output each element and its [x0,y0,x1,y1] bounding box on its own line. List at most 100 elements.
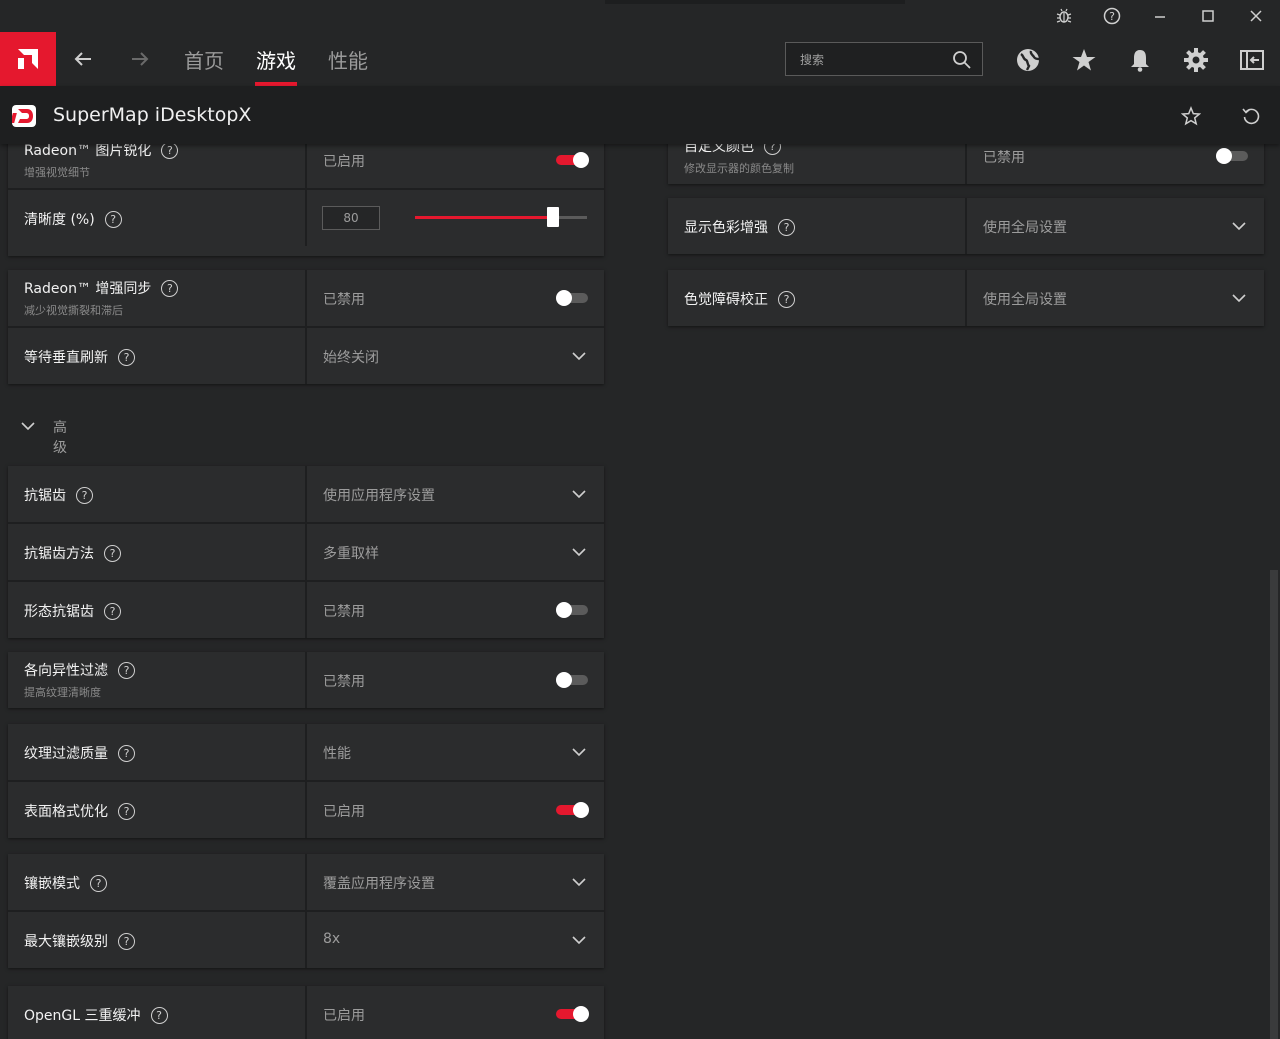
help-icon[interactable]: ? [118,349,135,366]
setting-row-texture-quality[interactable]: 纹理过滤质量? 性能 [8,724,604,782]
amd-logo[interactable] [0,32,56,86]
search-box[interactable] [785,42,983,76]
bug-icon[interactable] [1052,4,1076,28]
toggle-switch[interactable] [556,672,588,688]
help-icon[interactable]: ? [118,662,135,679]
setting-title: 镶嵌模式 [24,876,80,892]
setting-row-morphological-aa: 形态抗锯齿? 已禁用 [8,582,604,638]
setting-subtitle: 增强视觉细节 [24,166,90,179]
setting-title: OpenGL 三重缓冲 [24,1008,141,1024]
help-icon[interactable]: ? [764,144,781,155]
help-icon[interactable]: ? [161,144,179,159]
tab-gaming[interactable]: 游戏 [256,45,296,74]
setting-subtitle: 提高纹理清晰度 [24,686,101,699]
help-icon[interactable]: ? [90,875,107,892]
setting-row-color-enhancement[interactable]: 显示色彩增强? 使用全局设置 [668,198,1264,254]
setting-row-color-blindness[interactable]: 色觉障碍校正? 使用全局设置 [668,270,1264,326]
setting-value: 已禁用 [983,150,1025,166]
dropdown[interactable]: 使用应用程序设置 [307,466,604,522]
settings-card-tessellation: 镶嵌模式? 覆盖应用程序设置 最大镶嵌级别? 8x [8,854,604,968]
window-titlebar: ? [0,0,1280,32]
star-icon[interactable] [1071,47,1097,73]
dropdown[interactable]: 8x [307,912,604,968]
sharpness-value-field[interactable]: 80 [322,206,380,230]
app-icon [10,105,36,127]
dropdown[interactable]: 多重取样 [307,524,604,580]
close-icon[interactable] [1244,4,1268,28]
setting-value: 已启用 [323,1008,365,1024]
gear-icon[interactable] [1183,47,1209,73]
help-icon[interactable]: ? [76,487,93,504]
search-icon[interactable] [952,50,972,74]
settings-card-texture: 纹理过滤质量? 性能 表面格式优化? 已启用 [8,724,604,838]
setting-subtitle: 修改显示器的颜色复制 [684,162,794,175]
setting-title: 形态抗锯齿 [24,604,94,620]
help-icon[interactable]: ? [104,545,121,562]
setting-row-max-tessellation[interactable]: 最大镶嵌级别? 8x [8,912,604,968]
help-icon[interactable]: ? [104,603,121,620]
vertical-scrollbar[interactable] [1270,570,1278,1039]
setting-value: 已启用 [323,154,365,170]
dropdown[interactable]: 始终关闭 [307,328,604,384]
setting-title: 色觉障碍校正 [684,292,768,308]
dropdown-value: 使用全局设置 [983,220,1067,236]
dropdown[interactable]: 性能 [307,724,604,780]
settings-card-color-enhance: 显示色彩增强? 使用全局设置 [668,198,1264,254]
toggle-switch[interactable] [556,152,589,168]
favorite-star-icon[interactable] [1180,106,1202,126]
setting-title: Radeon™ 图片锐化 [24,144,152,159]
setting-title: 最大镶嵌级别 [24,934,108,950]
setting-row-image-sharpening: Radeon™ 图片锐化? 增强视觉细节 已启用 [8,144,604,190]
help-icon[interactable]: ? [118,803,135,820]
help-icon[interactable]: ? [118,745,135,762]
help-icon[interactable]: ? [161,280,179,297]
dropdown-value: 使用应用程序设置 [323,488,435,504]
dropdown[interactable]: 使用全局设置 [967,198,1264,254]
sharpness-slider[interactable] [415,207,587,227]
globe-icon[interactable] [1015,47,1041,73]
chevron-down-icon [572,936,586,945]
dropdown-value: 使用全局设置 [983,292,1067,308]
chevron-down-icon [21,422,35,431]
settings-content: Radeon™ 图片锐化? 增强视觉细节 已启用 清晰度 (%)? 80 Rad… [0,144,1280,1039]
help-icon[interactable]: ? [118,933,135,950]
help-icon[interactable]: ? [1100,4,1124,28]
maximize-icon[interactable] [1196,4,1220,28]
setting-value: 已禁用 [323,604,365,620]
dropdown[interactable]: 使用全局设置 [967,270,1264,326]
setting-row-anisotropic-filtering: 各向异性过滤? 提高纹理清晰度 已禁用 [8,652,604,708]
toggle-switch[interactable] [556,802,589,818]
game-title: SuperMap iDesktopX [53,104,252,126]
toggle-switch[interactable] [556,1006,589,1022]
svg-text:?: ? [1109,10,1115,23]
reset-icon[interactable] [1241,106,1261,126]
toggle-switch[interactable] [1216,148,1248,164]
toggle-switch[interactable] [556,290,588,306]
bell-icon[interactable] [1127,47,1153,73]
setting-row-tessellation-mode[interactable]: 镶嵌模式? 覆盖应用程序设置 [8,854,604,912]
arrow-right-icon[interactable] [128,47,152,71]
setting-title: 纹理过滤质量 [24,746,108,762]
tab-home[interactable]: 首页 [184,45,224,74]
help-icon[interactable]: ? [778,291,795,308]
help-icon[interactable]: ? [778,219,795,236]
arrow-left-icon[interactable] [71,47,95,71]
search-input[interactable] [798,51,952,69]
dropdown[interactable]: 覆盖应用程序设置 [307,854,604,910]
chevron-down-icon [1232,294,1246,303]
tab-performance[interactable]: 性能 [328,45,368,74]
setting-row-antialiasing[interactable]: 抗锯齿? 使用应用程序设置 [8,466,604,524]
dropdown-value: 8x [323,931,341,947]
chevron-down-icon [572,878,586,887]
help-icon[interactable]: ? [104,211,122,228]
setting-row-wait-vsync[interactable]: 等待垂直刷新? 始终关闭 [8,328,604,384]
titlebar-shadow [605,0,905,4]
help-icon[interactable]: ? [150,1007,168,1024]
minimize-icon[interactable] [1148,4,1172,28]
slider-thumb[interactable] [547,207,559,227]
dropdown-value: 覆盖应用程序设置 [323,876,435,892]
setting-row-aa-method[interactable]: 抗锯齿方法? 多重取样 [8,524,604,582]
setting-title: 抗锯齿方法 [24,546,94,562]
toggle-switch[interactable] [556,602,588,618]
sidebar-toggle-icon[interactable] [1239,47,1265,73]
